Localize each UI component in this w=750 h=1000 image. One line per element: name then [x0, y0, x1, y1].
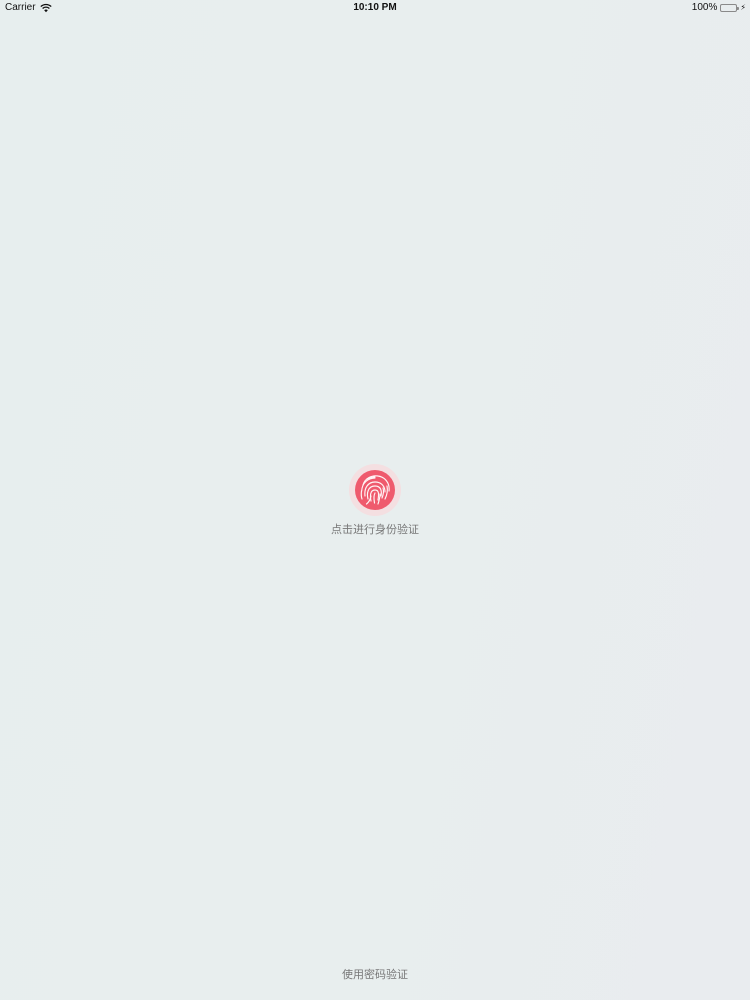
battery-group: 100% ⚡ [692, 0, 746, 16]
battery-percent: 100% [691, 2, 718, 13]
fingerprint-icon [355, 470, 395, 510]
battery-cap [737, 7, 740, 10]
authentication-prompt[interactable]: 点击进行身份验证 [250, 522, 500, 538]
status-bar: Carrier 10:10 PM 100% ⚡ [0, 0, 750, 16]
use-password-link[interactable]: 使用密码验证 [250, 967, 500, 983]
charging-icon: ⚡ [740, 3, 746, 12]
touch-id-button[interactable] [349, 464, 401, 516]
battery-icon [720, 4, 740, 12]
status-time: 10:10 PM [353, 2, 397, 13]
